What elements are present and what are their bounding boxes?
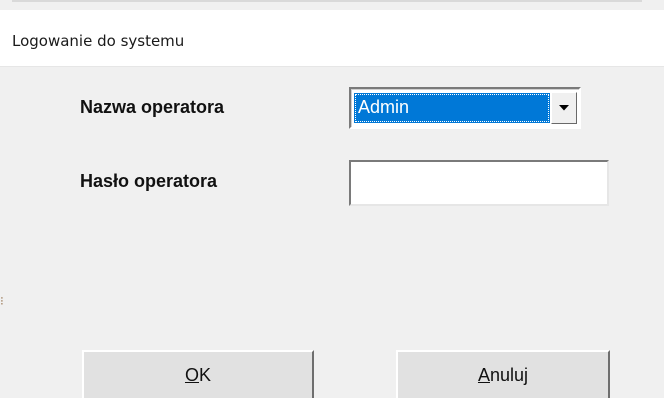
ok-button[interactable]: OK xyxy=(82,350,314,398)
window-top-edge xyxy=(12,0,642,2)
login-dialog: Logowanie do systemu Nazwa operatora Adm… xyxy=(0,0,664,398)
title-bar: Logowanie do systemu xyxy=(0,10,664,67)
window-title: Logowanie do systemu xyxy=(12,32,185,50)
password-field[interactable] xyxy=(349,160,609,206)
cancel-label-rest: nuluj xyxy=(489,364,529,385)
operator-password-label: Hasło operatora xyxy=(80,171,218,191)
operator-select[interactable]: Admin xyxy=(349,87,581,129)
ok-label-rest: K xyxy=(199,364,212,385)
cancel-accelerator: A xyxy=(477,364,490,385)
cancel-button[interactable]: Anuluj xyxy=(396,350,610,398)
operator-name-label: Nazwa operatora xyxy=(80,97,225,117)
chevron-down-icon xyxy=(559,105,569,111)
edge-mark: ⁝ xyxy=(0,294,4,308)
operator-selected-value[interactable]: Admin xyxy=(354,93,550,123)
dropdown-button[interactable] xyxy=(551,92,577,124)
ok-accelerator: O xyxy=(184,364,199,385)
